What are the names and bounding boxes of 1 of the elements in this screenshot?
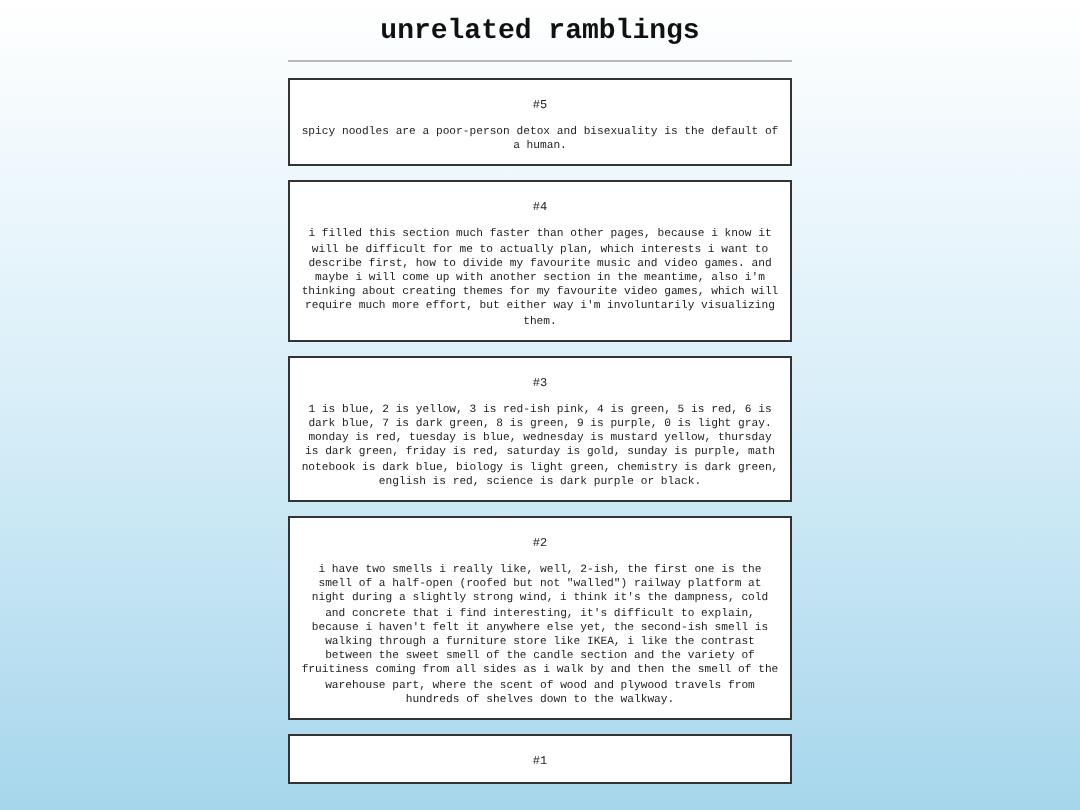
- page-title: unrelated ramblings: [380, 14, 700, 50]
